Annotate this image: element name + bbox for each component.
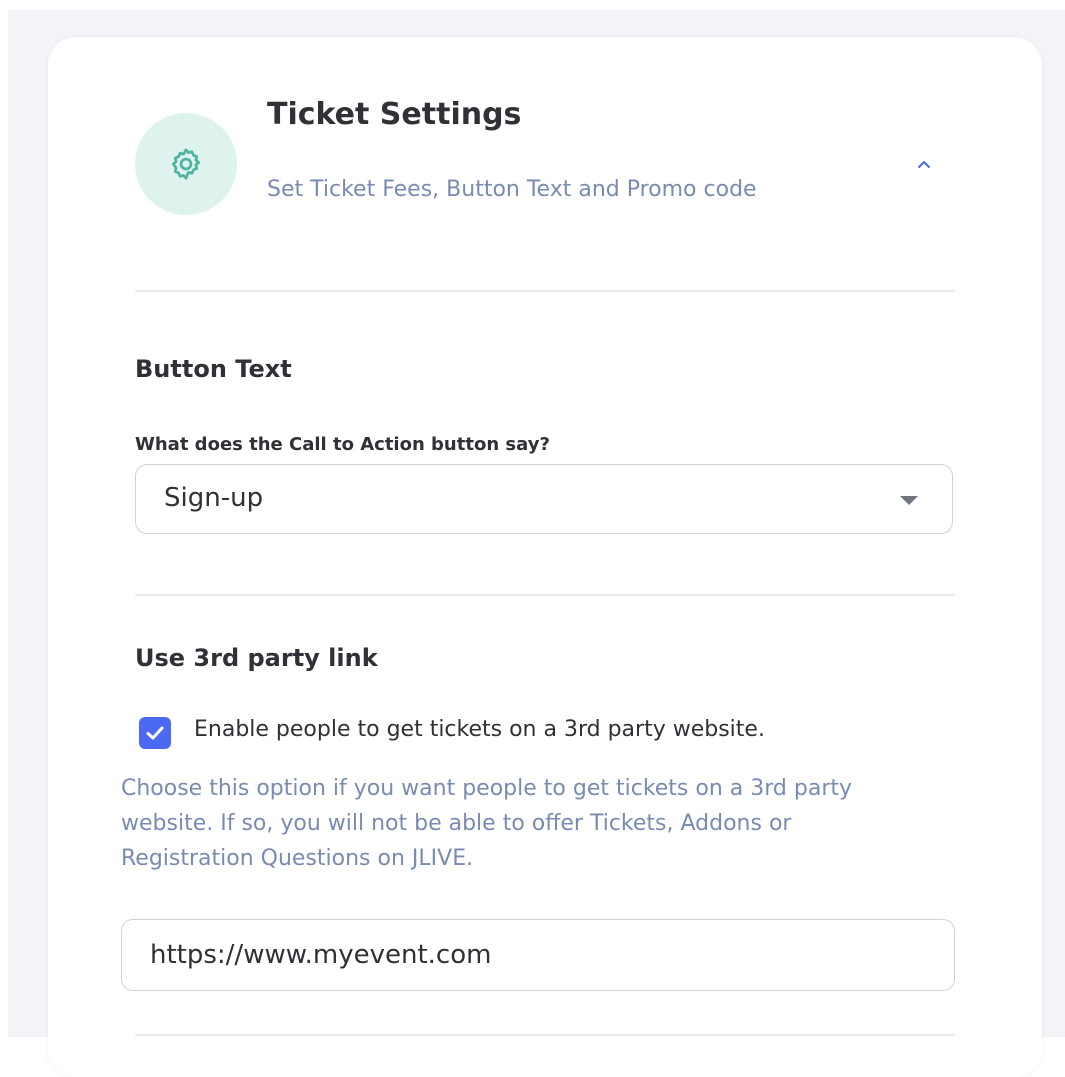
card-subtitle: Set Ticket Fees, Button Text and Promo c…	[267, 177, 757, 202]
third-party-heading: Use 3rd party link	[135, 644, 378, 672]
checkmark-icon	[146, 726, 164, 740]
cta-button-text-select[interactable]: Sign-up	[135, 464, 953, 534]
third-party-help-text: Choose this option if you want people to…	[121, 776, 853, 871]
section-divider	[135, 594, 955, 596]
collapse-toggle-button[interactable]	[908, 149, 940, 181]
third-party-checkbox[interactable]	[139, 717, 171, 749]
caret-down-icon	[900, 496, 918, 505]
card-title: Ticket Settings	[267, 97, 522, 132]
button-text-heading: Button Text	[135, 355, 292, 383]
cta-selected-value: Sign-up	[164, 483, 264, 513]
cta-field-label: What does the Call to Action button say?	[135, 434, 550, 455]
chevron-up-icon	[918, 161, 930, 168]
third-party-checkbox-label[interactable]: Enable people to get tickets on a 3rd pa…	[194, 717, 765, 742]
bottom-divider	[135, 1034, 955, 1036]
gear-icon	[171, 148, 201, 180]
settings-icon-badge	[135, 113, 237, 215]
ticket-settings-card: Ticket Settings Set Ticket Fees, Button …	[48, 37, 1042, 1077]
third-party-url-input[interactable]	[121, 919, 955, 991]
header-divider	[135, 290, 955, 292]
